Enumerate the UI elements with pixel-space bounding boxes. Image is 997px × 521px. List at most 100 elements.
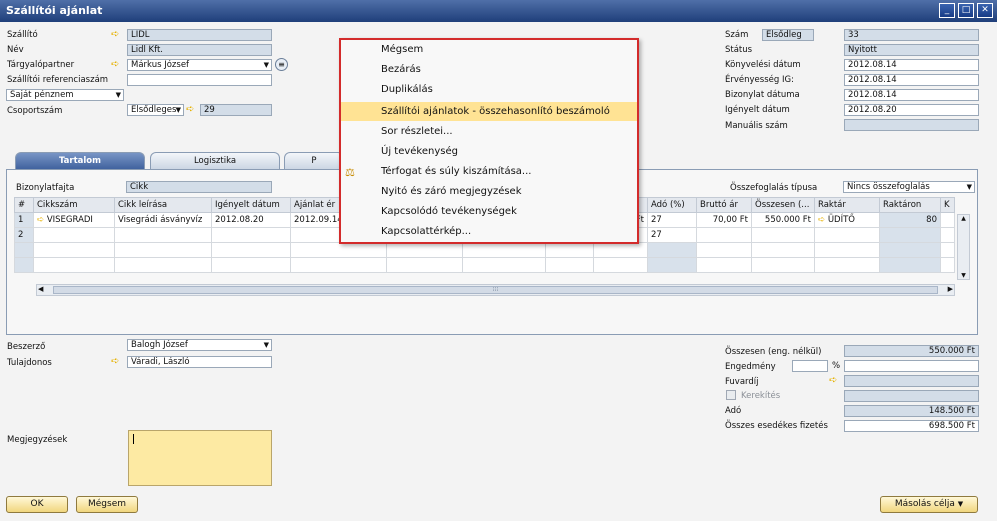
- grid-cell[interactable]: [940, 227, 955, 243]
- grid-cell[interactable]: ➪ VISEGRADI: [33, 212, 115, 228]
- close-button[interactable]: ✕: [977, 3, 993, 18]
- menu-item-close[interactable]: Bezárás: [381, 60, 421, 79]
- copy-to-button[interactable]: Másolás célja ▼: [880, 496, 978, 513]
- tab-content[interactable]: Tartalom: [15, 152, 145, 170]
- grid-cell[interactable]: [814, 227, 880, 243]
- horizontal-scrollbar[interactable]: ◀ ⁝⁝⁝ ▶: [36, 284, 955, 296]
- grid-cell[interactable]: 70,00 Ft: [696, 212, 752, 228]
- tab-accounting[interactable]: P: [284, 152, 344, 170]
- link-arrow-icon[interactable]: ➪: [111, 30, 119, 40]
- scroll-right-icon[interactable]: ▶: [948, 285, 953, 293]
- vertical-scrollbar[interactable]: ▲ ▼: [957, 214, 970, 280]
- grid-cell[interactable]: 27: [647, 227, 697, 243]
- list-icon[interactable]: ≡: [275, 58, 288, 71]
- grid-cell[interactable]: [211, 257, 291, 273]
- group-series-dropdown[interactable]: Elsődleges ▼: [127, 104, 184, 116]
- column-header[interactable]: Összesen (...: [751, 197, 815, 213]
- grid-cell[interactable]: 2012.08.20: [211, 212, 291, 228]
- column-header[interactable]: Adó (%): [647, 197, 697, 213]
- grid-cell[interactable]: [33, 242, 115, 258]
- maximize-button[interactable]: □: [958, 3, 974, 18]
- column-header[interactable]: Bruttó ár: [696, 197, 752, 213]
- grid-cell[interactable]: [940, 257, 955, 273]
- scroll-up-icon[interactable]: ▲: [958, 215, 969, 222]
- posting-date-field[interactable]: 2012.08.14: [844, 59, 979, 71]
- link-arrow-icon[interactable]: ➪: [111, 60, 119, 70]
- grid-cell[interactable]: [593, 257, 648, 273]
- discount-field[interactable]: [844, 360, 979, 372]
- minimize-button[interactable]: _: [939, 3, 955, 18]
- grid-cell[interactable]: [647, 242, 697, 258]
- column-header[interactable]: Raktár: [814, 197, 880, 213]
- grid-cell[interactable]: [940, 212, 955, 228]
- tab-logistics[interactable]: Logisztika: [150, 152, 280, 170]
- column-header[interactable]: Igényelt dátum: [211, 197, 291, 213]
- buyer-dropdown[interactable]: Balogh József ▼: [127, 339, 272, 351]
- scroll-thumb[interactable]: ⁝⁝⁝: [53, 286, 938, 294]
- grid-cell[interactable]: [114, 227, 212, 243]
- discount-percent-field[interactable]: [792, 360, 828, 372]
- grid-cell[interactable]: 27: [647, 212, 697, 228]
- grid-cell[interactable]: 550.000 Ft: [751, 212, 815, 228]
- menu-item-comparison-report[interactable]: Szállítói ajánlatok - összehasonlító bes…: [341, 102, 637, 121]
- rounding-checkbox[interactable]: [726, 390, 736, 400]
- manual-number-field[interactable]: [844, 119, 979, 131]
- link-arrow-icon[interactable]: ➪: [829, 376, 837, 386]
- grid-cell[interactable]: [290, 257, 387, 273]
- link-arrow-icon[interactable]: ➪: [37, 215, 44, 225]
- menu-item-new-activity[interactable]: Új tevékenység: [381, 142, 458, 161]
- grid-cell[interactable]: [290, 242, 387, 258]
- column-header[interactable]: K: [940, 197, 955, 213]
- required-date-field[interactable]: 2012.08.20: [844, 104, 979, 116]
- grid-cell[interactable]: [114, 257, 212, 273]
- grid-cell[interactable]: [211, 227, 291, 243]
- supplier-field[interactable]: LIDL: [127, 29, 272, 41]
- grid-cell[interactable]: ➪ ÜDÍTŐ: [814, 212, 880, 228]
- contact-dropdown[interactable]: Márkus József ▼: [127, 59, 272, 71]
- valid-until-field[interactable]: 2012.08.14: [844, 74, 979, 86]
- menu-item-duplicate[interactable]: Duplikálás: [381, 80, 433, 99]
- grid-cell[interactable]: Visegrádi ásványvíz: [114, 212, 212, 228]
- menu-item-opening-closing-remarks[interactable]: Nyitó és záró megjegyzések: [381, 182, 522, 201]
- grid-cell[interactable]: [940, 242, 955, 258]
- menu-item-volume-weight[interactable]: Térfogat és súly kiszámítása...: [381, 162, 531, 181]
- link-arrow-icon[interactable]: ➪: [818, 215, 825, 225]
- grid-cell[interactable]: [751, 227, 815, 243]
- grid-cell[interactable]: [696, 257, 752, 273]
- column-header[interactable]: Raktáron: [879, 197, 941, 213]
- grid-cell[interactable]: [211, 242, 291, 258]
- menu-item-relationship-map[interactable]: Kapcsolattérkép...: [381, 222, 471, 241]
- grid-cell[interactable]: [593, 242, 648, 258]
- summary-type-dropdown[interactable]: Nincs összefoglalás ▼: [843, 181, 975, 193]
- grid-cell[interactable]: [33, 227, 115, 243]
- number-series-dropdown[interactable]: Elsődleg: [762, 29, 814, 41]
- vendor-ref-field[interactable]: [127, 74, 272, 86]
- owner-field[interactable]: Váradi, László: [127, 356, 272, 368]
- doc-date-field[interactable]: 2012.08.14: [844, 89, 979, 101]
- grid-cell[interactable]: [751, 257, 815, 273]
- grid-cell[interactable]: [647, 257, 697, 273]
- grid-cell[interactable]: [386, 257, 463, 273]
- link-arrow-icon[interactable]: ➪: [111, 357, 119, 367]
- column-header[interactable]: #: [14, 197, 34, 213]
- cancel-button[interactable]: Mégsem: [76, 496, 138, 513]
- grid-cell[interactable]: [386, 242, 463, 258]
- column-header[interactable]: Cikkszám: [33, 197, 115, 213]
- currency-dropdown[interactable]: Saját pénznem ▼: [6, 89, 124, 101]
- ok-button[interactable]: OK: [6, 496, 68, 513]
- column-header[interactable]: Cikk leírása: [114, 197, 212, 213]
- grid-cell[interactable]: [751, 242, 815, 258]
- scroll-down-icon[interactable]: ▼: [958, 272, 969, 279]
- grid-cell[interactable]: [462, 242, 546, 258]
- grid-cell[interactable]: [462, 257, 546, 273]
- menu-item-related-activities[interactable]: Kapcsolódó tevékenységek: [381, 202, 517, 221]
- grid-cell[interactable]: [696, 242, 752, 258]
- table-row[interactable]: [14, 242, 955, 258]
- freight-field[interactable]: [844, 375, 979, 387]
- grid-cell[interactable]: [696, 227, 752, 243]
- grid-cell[interactable]: [545, 257, 594, 273]
- menu-item-row-details[interactable]: Sor részletei...: [381, 122, 453, 141]
- name-field[interactable]: Lidl Kft.: [127, 44, 272, 56]
- grid-cell[interactable]: [33, 257, 115, 273]
- group-number-field[interactable]: 29: [200, 104, 272, 116]
